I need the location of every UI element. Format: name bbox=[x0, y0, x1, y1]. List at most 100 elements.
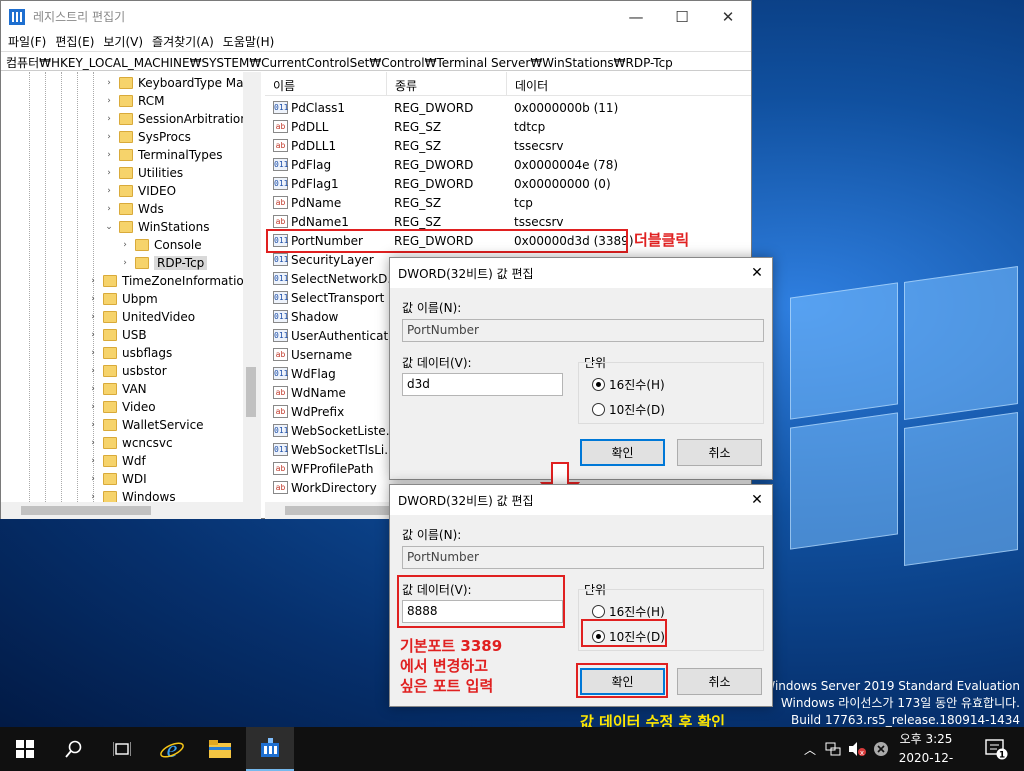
chevron-right-icon[interactable]: › bbox=[103, 132, 115, 142]
tree-node[interactable]: › usbflags bbox=[87, 344, 172, 362]
value-row[interactable]: 011 WdFlag bbox=[265, 364, 393, 383]
cancel-button[interactable]: 취소 bbox=[677, 668, 762, 695]
chevron-right-icon[interactable]: › bbox=[87, 276, 99, 286]
value-row[interactable]: 011 Shadow bbox=[265, 307, 393, 326]
dec-radio[interactable]: 10진수(D) bbox=[592, 401, 665, 418]
search-button[interactable] bbox=[50, 727, 98, 771]
menu-view[interactable]: 보기(V) bbox=[100, 33, 149, 50]
chevron-right-icon[interactable]: › bbox=[87, 474, 99, 484]
address-bar[interactable]: 컴퓨터₩HKEY_LOCAL_MACHINE₩SYSTEM₩CurrentCon… bbox=[1, 51, 751, 71]
tree-node[interactable]: › wcncsvc bbox=[87, 434, 172, 452]
tree-node[interactable]: › Console bbox=[119, 236, 201, 254]
column-type[interactable]: 종류 bbox=[387, 72, 507, 95]
chevron-right-icon[interactable]: › bbox=[103, 168, 115, 178]
tree-node[interactable]: › WalletService bbox=[87, 416, 203, 434]
value-row[interactable]: ab WdPrefix bbox=[265, 402, 393, 421]
close-icon[interactable]: ✕ bbox=[705, 1, 751, 32]
chevron-right-icon[interactable]: › bbox=[103, 96, 115, 106]
tree-node[interactable]: ⌄ WinStations bbox=[103, 218, 209, 236]
tree-node[interactable]: › RCM bbox=[103, 92, 164, 110]
chevron-right-icon[interactable]: › bbox=[87, 294, 99, 304]
value-row[interactable]: 011 WebSocketTlsLi... bbox=[265, 440, 393, 459]
chevron-down-icon[interactable]: ⌄ bbox=[103, 222, 115, 232]
tree-node[interactable]: › SessionArbitrationH bbox=[103, 110, 257, 128]
chevron-right-icon[interactable]: › bbox=[87, 312, 99, 322]
chevron-right-icon[interactable]: › bbox=[87, 384, 99, 394]
start-button[interactable] bbox=[0, 727, 50, 771]
tree-node[interactable]: › TimeZoneInformation bbox=[87, 272, 251, 290]
clock[interactable]: 오후 3:25 2020-12-31 bbox=[896, 730, 956, 771]
chevron-right-icon[interactable]: › bbox=[87, 492, 99, 502]
value-row[interactable]: ab WorkDirectory bbox=[265, 478, 393, 497]
value-row[interactable]: ab WdName bbox=[265, 383, 393, 402]
value-row[interactable]: 011 WebSocketListe... bbox=[265, 421, 393, 440]
value-row[interactable]: 011 PdClass1 REG_DWORD 0x0000000b (11) bbox=[265, 98, 618, 117]
value-row[interactable]: 011 PdFlag REG_DWORD 0x0000004e (78) bbox=[265, 155, 618, 174]
task-view-button[interactable] bbox=[98, 727, 146, 771]
close-icon[interactable]: ✕ bbox=[742, 492, 772, 508]
internet-explorer-button[interactable]: e bbox=[148, 727, 196, 771]
tree-node[interactable]: › Ubpm bbox=[87, 290, 158, 308]
tree-vscrollbar[interactable] bbox=[243, 72, 257, 502]
menu-favorites[interactable]: 즐겨찾기(A) bbox=[149, 33, 220, 50]
tree-node[interactable]: › TerminalTypes bbox=[103, 146, 222, 164]
value-row[interactable]: ab WFProfilePath bbox=[265, 459, 393, 478]
volume-muted-icon[interactable]: x bbox=[846, 727, 868, 771]
chevron-right-icon[interactable]: › bbox=[103, 114, 115, 124]
value-row[interactable]: ab PdDLL1 REG_SZ tssecsrv bbox=[265, 136, 563, 155]
tree-node[interactable]: › VAN bbox=[87, 380, 146, 398]
menu-file[interactable]: 파일(F) bbox=[5, 33, 52, 50]
notification-center-button[interactable]: 1 bbox=[976, 727, 1016, 771]
chevron-right-icon[interactable]: › bbox=[103, 150, 115, 160]
value-row[interactable]: 011 PdFlag1 REG_DWORD 0x00000000 (0) bbox=[265, 174, 611, 193]
ok-button[interactable]: 확인 bbox=[580, 439, 665, 466]
chevron-right-icon[interactable]: › bbox=[103, 186, 115, 196]
tree-node[interactable]: › RDP-Tcp bbox=[119, 254, 208, 272]
chevron-right-icon[interactable]: › bbox=[103, 78, 115, 88]
network-icon[interactable] bbox=[822, 727, 844, 771]
chevron-right-icon[interactable]: › bbox=[87, 330, 99, 340]
menu-help[interactable]: 도움말(H) bbox=[220, 33, 281, 50]
chevron-right-icon[interactable]: › bbox=[87, 366, 99, 376]
menu-edit[interactable]: 편집(E) bbox=[52, 33, 100, 50]
tree-node[interactable]: › VIDEO bbox=[103, 182, 176, 200]
tree-node[interactable]: › SysProcs bbox=[103, 128, 191, 146]
title-bar[interactable]: 레지스트리 편집기 — ☐ ✕ bbox=[1, 1, 751, 32]
maximize-icon[interactable]: ☐ bbox=[659, 1, 705, 32]
value-row[interactable]: ab Username bbox=[265, 345, 393, 364]
chevron-right-icon[interactable]: › bbox=[87, 438, 99, 448]
chevron-right-icon[interactable]: › bbox=[87, 402, 99, 412]
value-row[interactable]: 011 SelectNetworkD... bbox=[265, 269, 393, 288]
cancel-button[interactable]: 취소 bbox=[677, 439, 762, 466]
value-data-input[interactable]: d3d bbox=[402, 373, 563, 396]
chevron-right-icon[interactable]: › bbox=[87, 348, 99, 358]
regedit-taskbar-button[interactable] bbox=[246, 727, 294, 771]
hex-radio[interactable]: 16진수(H) bbox=[592, 376, 665, 393]
hex-radio[interactable]: 16진수(H) bbox=[592, 603, 665, 620]
tree-node[interactable]: › USB bbox=[87, 326, 146, 344]
tree-node[interactable]: › Wds bbox=[103, 200, 164, 218]
chevron-right-icon[interactable]: › bbox=[119, 258, 131, 268]
tree-node[interactable]: › usbstor bbox=[87, 362, 167, 380]
value-row[interactable]: 011 SelectTransport bbox=[265, 288, 393, 307]
chevron-right-icon[interactable]: › bbox=[119, 240, 131, 250]
chevron-right-icon[interactable]: › bbox=[87, 456, 99, 466]
chevron-right-icon[interactable]: › bbox=[103, 204, 115, 214]
column-name[interactable]: 이름 bbox=[265, 72, 387, 95]
close-icon[interactable]: ✕ bbox=[742, 265, 772, 281]
tree-node[interactable]: › WDI bbox=[87, 470, 146, 488]
file-explorer-button[interactable] bbox=[196, 727, 244, 771]
value-row[interactable]: ab PdDLL REG_SZ tdtcp bbox=[265, 117, 545, 136]
column-data[interactable]: 데이터 bbox=[507, 72, 751, 95]
tree-node[interactable]: › UnitedVideo bbox=[87, 308, 195, 326]
value-row[interactable]: ab PdName REG_SZ tcp bbox=[265, 193, 533, 212]
tree-node[interactable]: › Wdf bbox=[87, 452, 146, 470]
tree-node[interactable]: › KeyboardType Map bbox=[103, 74, 251, 92]
tree-hscrollbar[interactable] bbox=[1, 502, 257, 519]
value-row[interactable]: 011 UserAuthenticat... bbox=[265, 326, 393, 345]
chevron-right-icon[interactable]: › bbox=[87, 420, 99, 430]
show-hidden-icons-chevron-icon[interactable]: ︿ bbox=[800, 727, 820, 771]
tree-node[interactable]: › Video bbox=[87, 398, 155, 416]
warning-close-icon[interactable] bbox=[870, 727, 892, 771]
minimize-icon[interactable]: — bbox=[613, 1, 659, 32]
